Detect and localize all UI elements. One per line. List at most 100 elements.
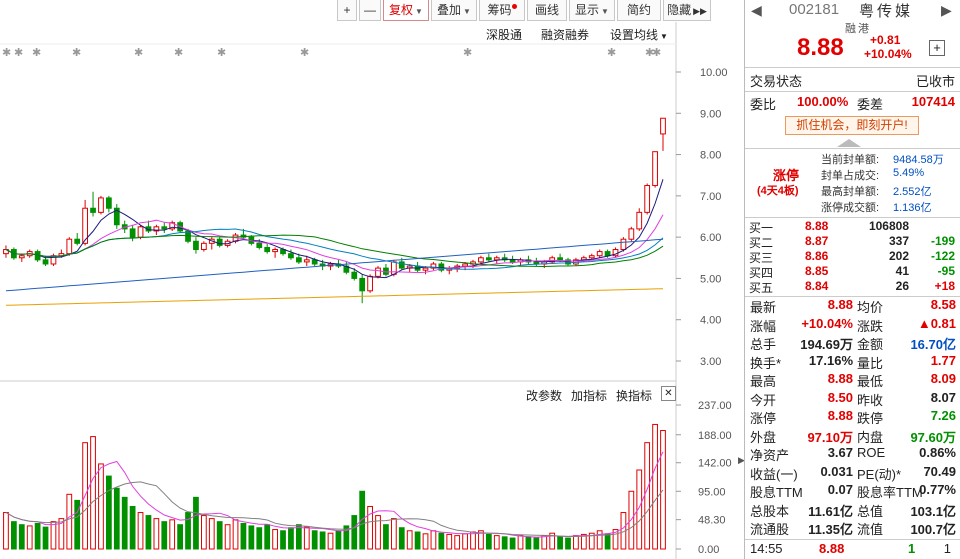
tick-row: 14:55 8.88 1 1 [745,541,960,559]
volume-bar [660,430,666,550]
volume-bar [398,527,405,550]
change-params-link[interactable]: 改参数 [526,387,562,404]
candles [3,117,666,304]
volume-bar [438,532,445,550]
margin-tag: 融 [845,23,856,35]
ma60-line [5,288,664,306]
volume-bar [169,519,176,550]
volume-bar [327,532,334,550]
event-marker-icon: ✱ [72,46,81,59]
candle [264,246,271,253]
close-indicator-button[interactable]: ✕ [661,386,676,401]
hide-label: 隐藏 [667,3,692,17]
stat-row: 净资产 3.67 ROE 0.86% [745,445,960,463]
add-watchlist-button[interactable]: + [929,40,945,56]
volume-bar [161,521,168,550]
volume-axis-label: 188.00 [698,430,732,442]
stock-name: 粤传媒 [859,3,914,20]
margin-trading-link[interactable]: 融资融券 [541,26,589,43]
price-axis-label: 9.00 [700,108,721,120]
next-stock-icon[interactable]: ▶ [941,2,952,19]
candle [272,249,278,253]
order-volume: 26 [895,279,909,293]
quote-panel: ◀ ▶ 002181 粤传媒 融 港 8.88 +0.81 +10.04% + … [744,0,960,559]
display-button[interactable]: 显示 ▼ [569,0,615,21]
candle [620,238,627,251]
candle [42,259,49,265]
open-account-promo[interactable]: 抓住机会，即刻开户! [785,116,919,135]
limit-up-label: 当前封单额: [821,154,880,166]
volume-bar [200,515,207,550]
event-marker-icon: ✱ [14,46,23,59]
price-axis-label: 10.00 [700,67,728,79]
limit-up-label: 涨停成交额: [821,202,880,214]
add-indicator-link[interactable]: 加指标 [571,387,607,404]
candle [129,228,136,238]
stats-table: 最新 8.88 均价 8.58 涨幅 +10.04% 涨跌 ▲0.81 总手 194.69万 金额 1… [745,297,960,537]
trading-status-row: 交易状态 已收市 [745,71,960,89]
stat-label: PE(动)* [857,466,902,482]
stat-label: ROE [857,445,886,460]
stat-value: 100.7亿 [910,522,956,537]
volume-bar [303,526,310,550]
stat-row: 今开 8.50 昨收 8.07 [745,390,960,408]
draw-line-button[interactable]: 画线 [527,0,567,21]
candle [644,185,651,213]
candle [422,267,429,271]
tick-count: 1 [943,541,951,556]
chevron-down-icon: ▼ [660,32,668,41]
kline-chart[interactable]: 10.00 9.00 8.00 7.00 6.00 5.00 4.00 3.00 237.00 1… [0,22,745,559]
simple-mode-button[interactable]: 简约 [617,0,661,21]
stat-value: 97.60万 [910,429,956,445]
prev-stock-icon[interactable]: ◀ [751,2,762,19]
order-ratio-value: 100.00% [797,94,849,109]
divider [745,217,960,218]
overlay-button[interactable]: 叠加 ▼ [431,0,477,21]
volume-bar [10,521,17,550]
limit-up-value: 2.552亿 [893,186,932,198]
stat-value: 8.88 [827,371,853,386]
volume-bar [596,530,603,550]
draw-line-label: 画线 [534,3,559,17]
candle [295,257,302,263]
shenzhen-connect-link[interactable]: 深股通 [486,26,522,43]
zoom-in-button[interactable]: + [337,0,357,21]
order-volume-change: +18 [934,279,955,293]
set-ma-link[interactable]: 设置均线 ▼ [610,26,668,43]
hide-button[interactable]: 隐藏 ▶▶ [663,0,711,21]
volume-bar [98,463,104,550]
stat-row: 总股本 11.61亿 总值 103.1亿 [745,501,960,519]
candle [90,207,96,213]
price-change-pct: +10.04% [864,47,912,61]
event-marker-icon: ✱ [607,46,616,59]
volume-bar [121,496,128,550]
stat-label: 最低 [857,374,884,389]
order-price: 8.88 [805,219,829,233]
volume-bar [335,530,342,550]
order-level-label: 买五 [749,281,774,295]
volume-bar [240,522,247,550]
volume-bar [105,475,112,550]
chips-label: 筹码 [487,3,512,17]
price-axis-label: 7.00 [700,191,721,203]
divider [745,67,960,68]
stat-value: 17.16% [808,352,853,368]
collapse-arrow-icon[interactable] [837,139,861,147]
stat-value: 97.10万 [807,429,853,445]
limit-up-row: 最高封单额: 2.552亿 [821,183,960,199]
volume-bar [644,442,651,550]
swap-indicator-link[interactable]: 换指标 [616,387,652,404]
restore-rights-button[interactable]: 复权 ▼ [383,0,429,21]
candle [652,151,658,187]
order-book: 买一 8.88 106808 买二 8.87 337 -199 买三 8.86 202 -122 买四… [745,219,960,295]
zoom-out-button[interactable]: — [359,0,381,21]
stat-row: 流通股 11.35亿 流值 100.7亿 [745,519,960,537]
limit-up-value: 9484.58万 [893,154,944,166]
stat-label: 流值 [857,522,884,537]
order-book-row: 买四 8.85 41 -95 [745,264,960,280]
order-volume-change: -199 [930,234,955,248]
chips-button[interactable]: 筹码 [479,0,525,21]
candle [533,261,540,265]
candle [660,117,666,135]
volume-bar [153,518,160,550]
